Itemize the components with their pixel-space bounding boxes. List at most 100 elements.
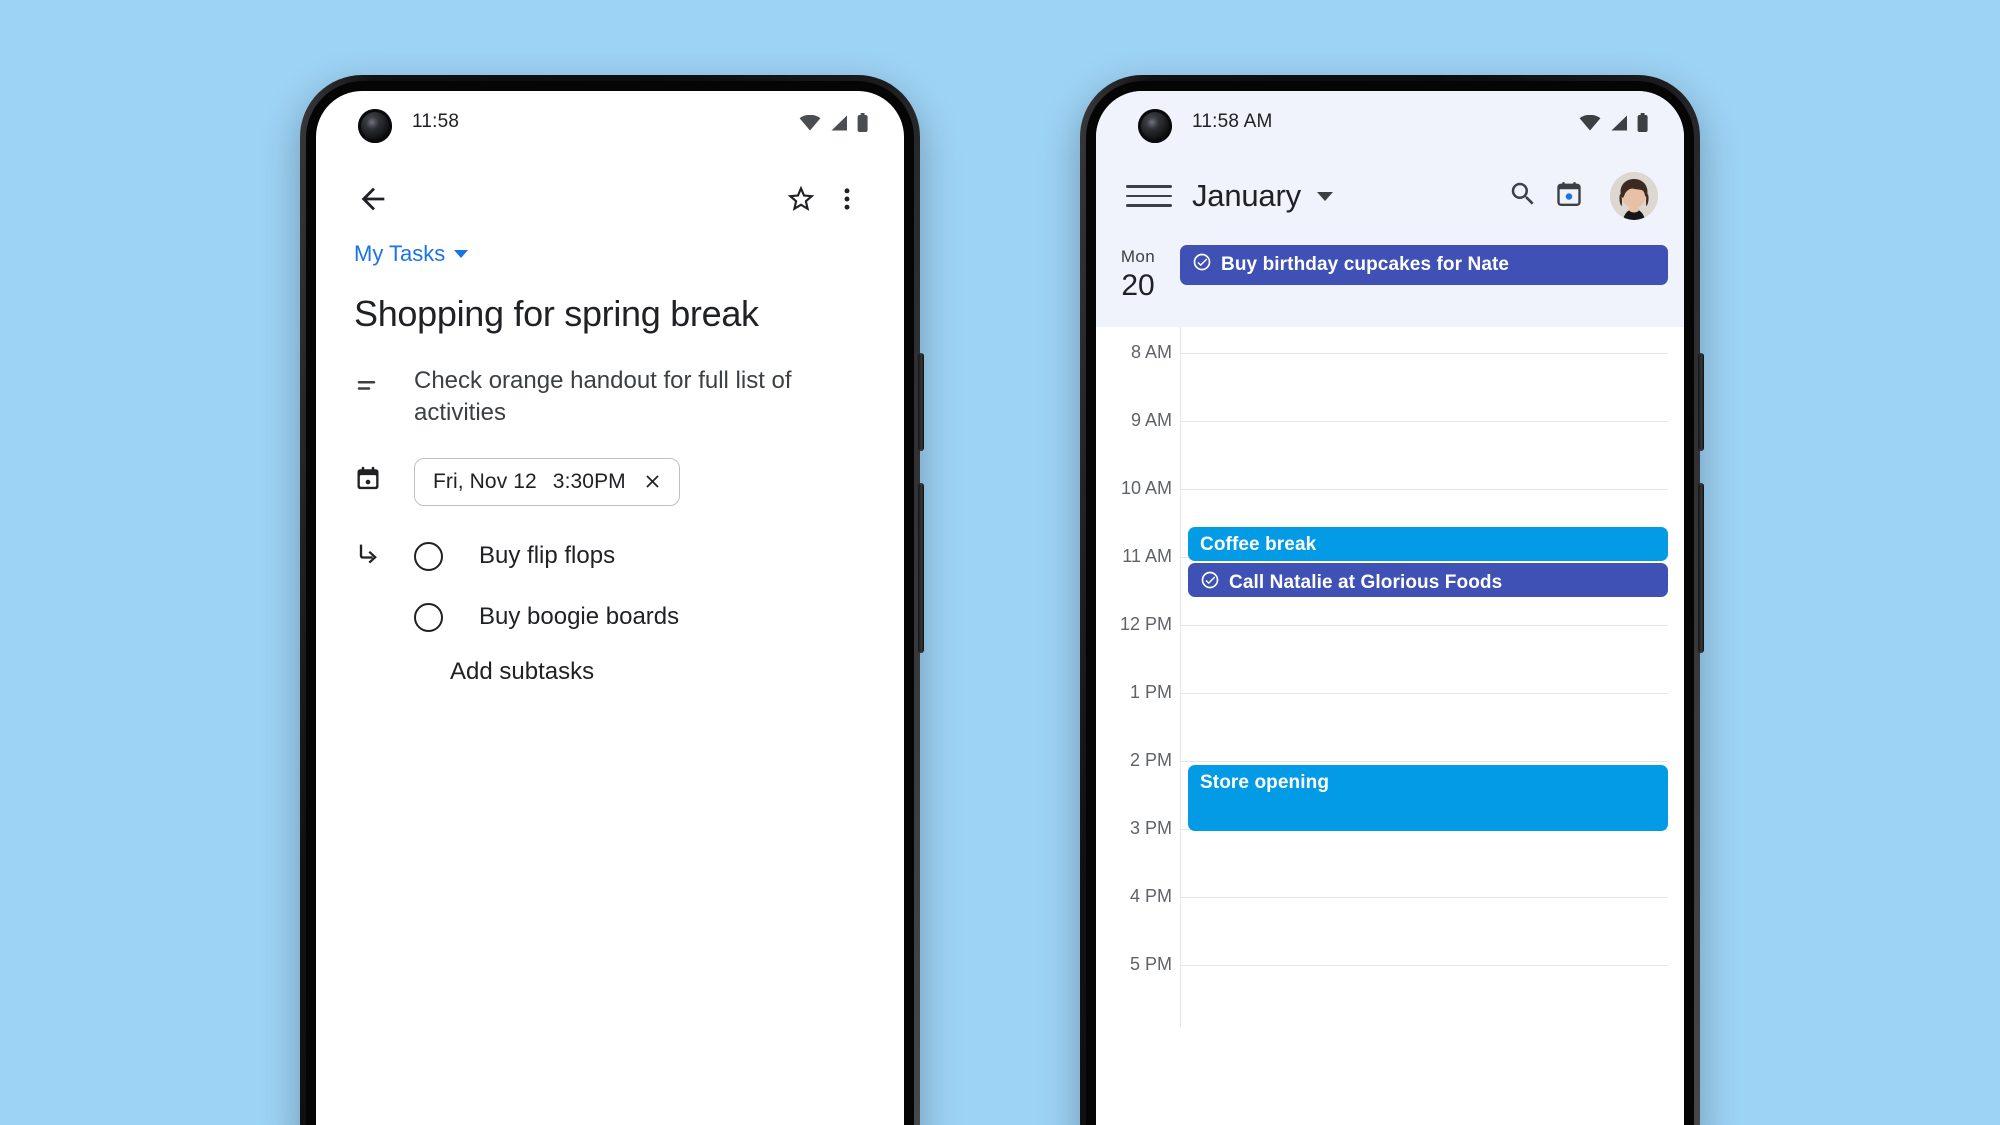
hour-label: 2 PM [1129, 750, 1172, 770]
due-date-text: Fri, Nov 12 [433, 469, 537, 493]
hour-line [1180, 489, 1668, 490]
task-title[interactable]: Shopping for spring break [316, 267, 904, 335]
status-system-icons [799, 113, 868, 132]
star-outline-icon [785, 183, 817, 220]
subtask-row-1[interactable]: Buy boogie boards [316, 573, 904, 632]
event-label-wrap: Store opening [1188, 765, 1668, 801]
calendar-phone-power-button[interactable] [1698, 353, 1704, 451]
signal-icon [830, 115, 848, 131]
due-time-text: 3:30PM [552, 469, 626, 493]
calendar-phone-volume-button[interactable] [1698, 483, 1704, 653]
hamburger-line [1126, 204, 1172, 207]
battery-icon [857, 113, 868, 132]
hour-line [1180, 421, 1668, 422]
task-check-icon [1200, 570, 1220, 596]
hour-line [1180, 965, 1668, 966]
task-list-selector[interactable]: My Tasks [316, 231, 904, 267]
hour-label: 11 AM [1122, 546, 1172, 566]
chevron-down-icon[interactable] [1316, 191, 1333, 201]
search-button[interactable] [1500, 173, 1546, 219]
hour-label: 5 PM [1129, 954, 1172, 974]
calendar-status-bar: 11:58 AM [1096, 91, 1684, 157]
task-due-date-chip[interactable]: Fri, Nov 12 3:30PM [414, 457, 680, 506]
day-number-label: 20 [1121, 269, 1155, 302]
event-label-wrap: Coffee break [1188, 527, 1668, 563]
subtask-label: Buy flip flops [479, 542, 616, 570]
event-title: Store opening [1200, 772, 1330, 793]
task-check-icon [1192, 252, 1212, 278]
subtask-row-0[interactable]: Buy flip flops [316, 506, 904, 573]
subtask-indent-icon-gutter [354, 540, 414, 573]
event-title: Coffee break [1200, 534, 1317, 555]
hour-label: 1 PM [1129, 682, 1172, 702]
timed-event-store-opening[interactable]: Store opening [1188, 765, 1668, 831]
task-notes-row[interactable]: Check orange handout for full list of ac… [316, 335, 904, 430]
status-clock: 11:58 [412, 111, 460, 132]
back-button[interactable] [350, 178, 396, 224]
day-column-header[interactable]: Mon 20 [1096, 239, 1180, 313]
hour-label: 12 PM [1119, 614, 1172, 634]
clear-date-icon[interactable] [642, 471, 663, 492]
tasks-phone-volume-button[interactable] [918, 483, 924, 653]
avatar-photo [1610, 172, 1658, 220]
star-button[interactable] [778, 178, 824, 224]
hour-label: 9 AM [1130, 410, 1172, 430]
wifi-icon [799, 114, 821, 131]
screenshot-stage: 11:58 My Tasks Shopping for spring break… [0, 0, 2000, 1125]
all-day-section: Mon 20 Buy birthday cupcakes for Nate [1096, 235, 1684, 327]
subdirectory-arrow-icon [354, 540, 382, 573]
hour-line [1180, 693, 1668, 694]
subtask-checkbox[interactable] [414, 541, 443, 571]
hour-line [1180, 897, 1668, 898]
tasks-screen: 11:58 My Tasks Shopping for spring break… [316, 91, 904, 1125]
hour-label: 4 PM [1129, 886, 1172, 906]
calendar-icon-gutter [354, 458, 414, 506]
calendar-app-bar: January [1096, 157, 1684, 235]
more-vert-icon [833, 185, 861, 218]
chevron-down-icon [454, 250, 469, 258]
day-of-week-label: Mon [1120, 247, 1156, 266]
hour-label: 3 PM [1129, 818, 1172, 838]
calendar-phone: 11:58 AM January Mon 20 Buy birthday cup… [1080, 75, 1704, 1125]
status-clock: 11:58 AM [1192, 111, 1273, 132]
battery-icon [1637, 113, 1648, 132]
status-system-icons [1579, 113, 1648, 132]
tasks-app-bar [316, 157, 904, 231]
menu-button[interactable] [1126, 185, 1172, 207]
task-notes-text: Check orange handout for full list of ac… [414, 367, 792, 427]
timed-event-call-natalie[interactable]: Call Natalie at Glorious Foods [1188, 563, 1668, 597]
wifi-icon [1579, 114, 1601, 131]
event-title: Buy birthday cupcakes for Nate [1221, 254, 1510, 275]
arrow-back-icon [356, 182, 390, 221]
tasks-phone-power-button[interactable] [918, 353, 924, 451]
hour-label: 10 AM [1120, 478, 1172, 498]
all-day-events-list: Buy birthday cupcakes for Nate [1180, 239, 1668, 313]
all-day-task-event[interactable]: Buy birthday cupcakes for Nate [1180, 245, 1668, 285]
add-subtasks-button[interactable]: Add subtasks [450, 632, 904, 686]
calendar-today-icon [1554, 179, 1584, 214]
event-title: Call Natalie at Glorious Foods [1229, 572, 1503, 593]
overflow-menu-button[interactable] [824, 178, 870, 224]
event-label-wrap: Call Natalie at Glorious Foods [1188, 563, 1668, 603]
calendar-icon [354, 466, 382, 496]
avatar[interactable] [1610, 172, 1658, 220]
hour-label: 8 AM [1130, 342, 1172, 362]
calendar-time-grid[interactable]: 8 AM 9 AM 10 AM 11 AM 12 PM 1 PM 2 PM 3 … [1096, 327, 1684, 1027]
tasks-phone: 11:58 My Tasks Shopping for spring break… [300, 75, 924, 1125]
calendar-screen: 11:58 AM January Mon 20 Buy birthday cup… [1096, 91, 1684, 1125]
front-camera-punch-hole [1138, 109, 1172, 143]
month-label[interactable]: January [1192, 178, 1301, 214]
hour-line [1180, 353, 1668, 354]
tasks-status-bar: 11:58 [316, 91, 904, 157]
hour-line [1180, 625, 1668, 626]
signal-icon [1610, 115, 1628, 131]
subtask-checkbox[interactable] [414, 602, 443, 632]
timed-event-coffee-break[interactable]: Coffee break [1188, 527, 1668, 561]
task-date-row: Fri, Nov 12 3:30PM [316, 430, 904, 506]
front-camera-punch-hole [358, 109, 392, 143]
view-switch-button[interactable] [1546, 173, 1592, 219]
task-list-label: My Tasks [354, 241, 446, 266]
hour-line [1180, 761, 1668, 762]
search-icon [1508, 179, 1538, 214]
hamburger-line [1126, 185, 1172, 188]
